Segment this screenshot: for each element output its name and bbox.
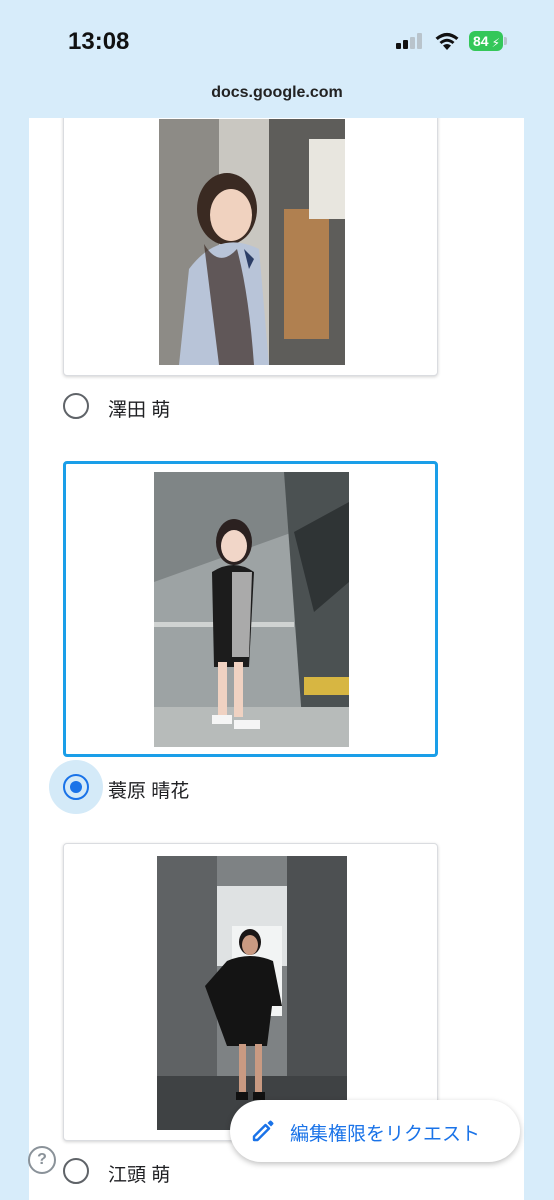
wifi-icon	[435, 32, 459, 50]
pencil-icon	[252, 1120, 274, 1142]
option-photo-2	[154, 472, 349, 747]
option-image-card[interactable]	[63, 118, 438, 376]
cellular-signal-icon	[396, 33, 424, 49]
request-edit-access-button[interactable]: 編集権限をリクエスト	[230, 1100, 520, 1162]
radio-button[interactable]	[63, 1158, 89, 1184]
battery-icon: 84 ⚡	[469, 31, 503, 51]
status-time: 13:08	[68, 28, 130, 55]
option-label: 澤田 萌	[108, 400, 171, 421]
option-label: 江頭 萌	[108, 1165, 171, 1186]
radio-button-checked[interactable]	[63, 774, 89, 800]
form-question-card: 澤田 萌 蓑原 晴花 江頭 萌	[29, 118, 524, 1200]
request-button-label: 編集権限をリクエスト	[290, 1124, 481, 1145]
charging-bolt-icon: ⚡	[491, 36, 500, 50]
option-photo-1	[159, 119, 345, 365]
option-image-card[interactable]	[63, 843, 438, 1141]
battery-cap	[504, 37, 507, 45]
help-icon[interactable]: ?	[28, 1146, 56, 1174]
option-image-card-selected[interactable]	[63, 461, 438, 757]
url-bar[interactable]: docs.google.com	[0, 84, 554, 102]
option-photo-3	[157, 856, 347, 1130]
option-label: 蓑原 晴花	[108, 781, 190, 802]
battery-level: 84	[473, 33, 489, 49]
status-bar: 13:08 84 ⚡	[0, 0, 554, 80]
radio-button[interactable]	[63, 393, 89, 419]
